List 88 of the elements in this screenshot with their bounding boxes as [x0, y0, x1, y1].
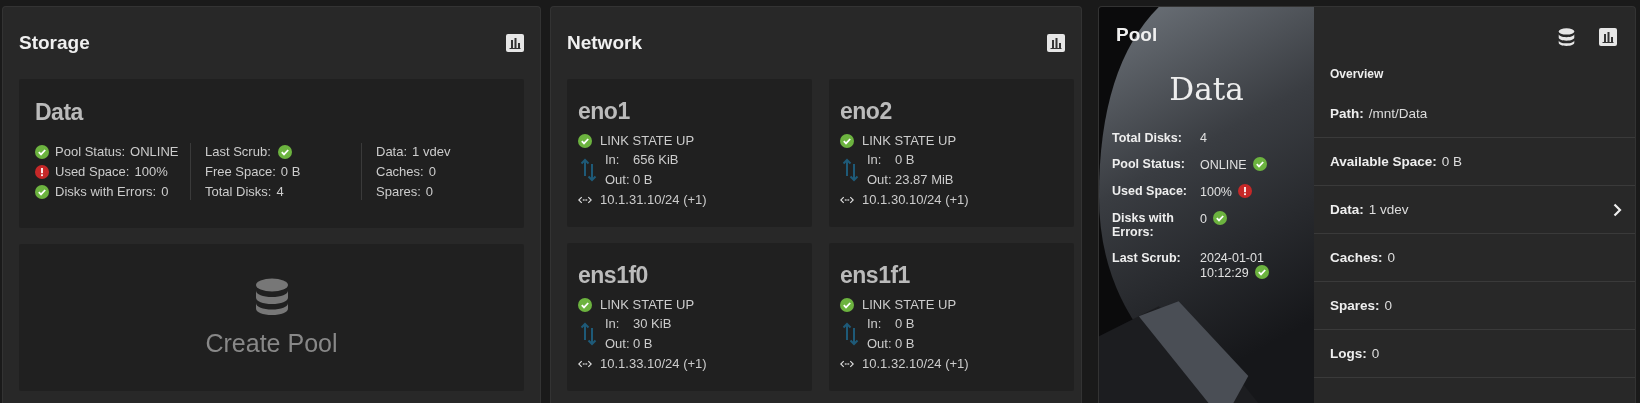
interface-name: ens1f1 — [840, 262, 911, 289]
detail-label: Spares: — [1330, 298, 1380, 313]
link-state: LINK STATE UP — [600, 133, 695, 148]
chart-button[interactable] — [1047, 34, 1065, 52]
bar-chart-icon — [506, 34, 524, 52]
stat-value: 4 — [276, 184, 284, 199]
stat-value: 0 — [161, 184, 169, 199]
link-state: LINK STATE UP — [862, 297, 957, 312]
interface-name: ens1f0 — [578, 262, 649, 289]
detail-label: Available Space: — [1330, 154, 1437, 169]
chevron-right-icon[interactable] — [1613, 202, 1622, 217]
stat-value: 0 B — [280, 164, 301, 179]
traffic-value: 0 B — [895, 316, 915, 331]
up-down-arrows-icon — [580, 158, 597, 182]
ip-address: 10.1.30.10/24 (+1) — [862, 192, 969, 207]
stat-label: Free Space: — [205, 164, 276, 179]
stat-value: 0 — [1200, 212, 1207, 226]
stat-value: 100% — [134, 164, 168, 179]
stat-value: ONLINE — [1200, 158, 1247, 172]
traffic-label: In: — [605, 151, 621, 169]
interface-name: eno2 — [840, 98, 893, 125]
stat-value: 4 — [1200, 131, 1207, 145]
traffic-value: 0 B — [633, 172, 653, 187]
detail-label: Caches: — [1330, 250, 1383, 265]
stat-label: Data: — [376, 144, 408, 159]
traffic-value: 0 B — [633, 336, 653, 351]
detail-value: 0 — [1384, 298, 1394, 313]
panel-title: Storage — [19, 32, 90, 54]
panel-title: Network — [567, 32, 642, 54]
link-state: LINK STATE UP — [862, 133, 957, 148]
chart-button[interactable] — [1599, 28, 1617, 46]
ip-address: 10.1.32.10/24 (+1) — [862, 356, 969, 371]
traffic-label: Out: — [605, 335, 630, 353]
stat-label: Spares: — [376, 184, 421, 199]
stat-label: Pool Status: — [55, 144, 126, 159]
stat-label: Last Scrub: — [1112, 251, 1182, 267]
detail-value: 0 — [1387, 250, 1397, 265]
stat-label: Used Space: — [1112, 184, 1189, 199]
detail-value: 0 — [1371, 346, 1381, 361]
up-down-arrows-icon — [842, 322, 859, 346]
traffic-label: Out: — [605, 171, 630, 189]
stat-value: ONLINE — [130, 144, 179, 159]
traffic-label: Out: — [867, 171, 892, 189]
panel-title: Pool — [1115, 23, 1159, 47]
database-icon — [254, 277, 289, 315]
stat-label: Pool Status: — [1112, 157, 1186, 172]
detail-value: 1 vdev — [1368, 202, 1410, 217]
detail-label: Logs: — [1330, 346, 1367, 361]
detail-value: /mnt/Data — [1368, 105, 1429, 121]
link-state: LINK STATE UP — [600, 297, 695, 312]
detail-label: Data: — [1330, 202, 1364, 217]
traffic-value: 0 B — [895, 152, 915, 167]
stat-label: Used Space: — [55, 164, 130, 179]
stat-value: 100% — [1200, 185, 1232, 199]
stat-value: 2024-01-01 10:12:29 — [1200, 251, 1264, 280]
bar-chart-icon — [1047, 34, 1065, 52]
up-down-arrows-icon — [842, 158, 859, 182]
pool-name: Data — [35, 99, 85, 126]
traffic-label: Out: — [867, 335, 892, 353]
traffic-value: 23.87 MiB — [895, 172, 954, 187]
traffic-label: In: — [605, 315, 621, 333]
detail-label: Path: — [1330, 105, 1364, 121]
ip-address: 10.1.33.10/24 (+1) — [600, 356, 707, 371]
stat-label: Total Disks: — [1112, 131, 1183, 145]
stat-value: 1 vdev — [412, 144, 451, 159]
bar-chart-icon — [1599, 28, 1617, 46]
up-down-arrows-icon — [580, 322, 597, 346]
traffic-label: In: — [867, 315, 883, 333]
ip-address: 10.1.31.10/24 (+1) — [600, 192, 707, 207]
chart-button[interactable] — [506, 34, 524, 52]
interface-name: eno1 — [578, 98, 631, 125]
traffic-value: 0 B — [895, 336, 915, 351]
stat-label: Disks with Errors: — [1112, 211, 1175, 239]
traffic-value: 656 KiB — [633, 152, 679, 167]
stat-value: 0 — [428, 164, 436, 179]
traffic-label: In: — [867, 151, 883, 169]
stat-label: Last Scrub: — [205, 144, 271, 159]
stat-label: Disks with Errors: — [55, 184, 157, 199]
stat-value: 0 — [425, 184, 434, 199]
overview-heading: Overview — [1329, 67, 1385, 83]
stat-label: Caches: — [376, 164, 424, 179]
database-icon — [1558, 28, 1575, 46]
pool-name: Data — [1168, 71, 1245, 107]
traffic-value: 30 KiB — [633, 316, 672, 331]
pool-manage-button[interactable] — [1558, 28, 1575, 46]
create-pool-button[interactable]: Create Pool — [19, 244, 524, 391]
stat-label: Total Disks: — [205, 184, 272, 199]
detail-value: 0 B — [1441, 154, 1464, 169]
